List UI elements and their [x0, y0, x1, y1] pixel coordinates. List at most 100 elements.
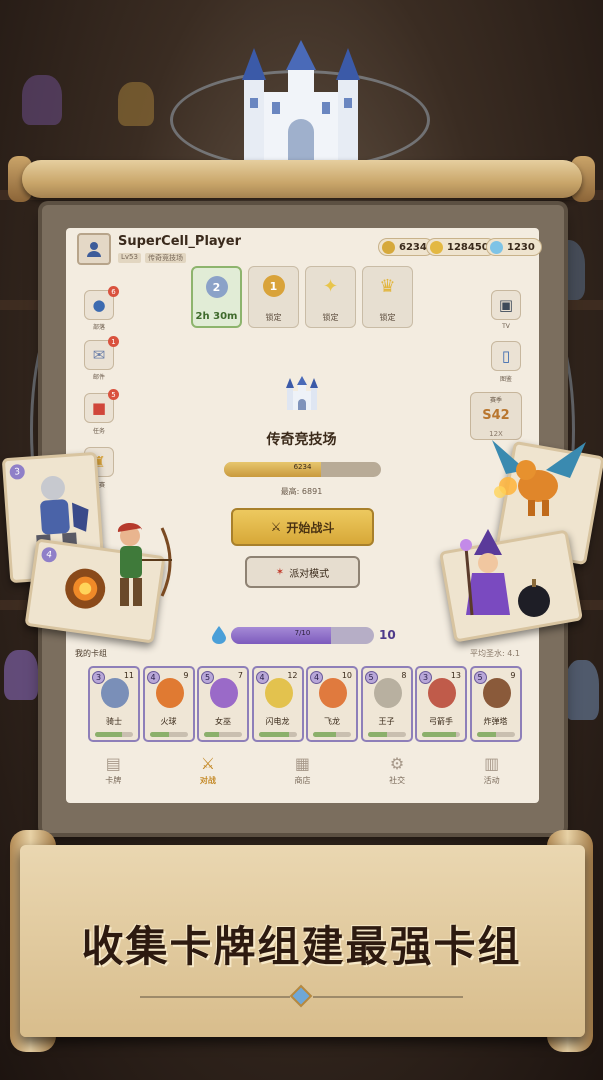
side-button-codex[interactable]: ▯	[491, 341, 521, 371]
quest-badge: 5	[108, 389, 119, 400]
nav-tab-1[interactable]: ⚔ 对战	[161, 744, 256, 796]
reward-label: 锁定	[265, 313, 282, 322]
season-title: 赛季	[489, 397, 502, 404]
party-icon: ✶	[275, 566, 285, 578]
gem-value: 1230	[507, 241, 535, 253]
season-value: S42	[482, 408, 510, 423]
elixir-text: 7/10	[294, 629, 311, 637]
player-info: Lv53 传奇竞技场	[118, 253, 186, 263]
elixir-max: 10	[379, 628, 396, 642]
card-level: 13	[450, 671, 461, 680]
card-level: 8	[401, 671, 407, 680]
banner-divider	[313, 996, 463, 998]
card-upgrade-fill	[258, 732, 289, 737]
player-name: SuperCell_Player	[118, 234, 241, 249]
mail-icon: ✉	[92, 346, 106, 364]
gem-icon	[490, 241, 503, 254]
trophy-progress-bar: 6234	[224, 462, 381, 477]
card-upgrade-bar	[204, 732, 242, 737]
avatar[interactable]	[77, 233, 111, 265]
card-upgrade-bar	[476, 732, 515, 737]
card-upgrade-fill	[313, 732, 336, 737]
sparkle-icon: ✦	[322, 275, 339, 297]
party-mode-label: 派对模式	[289, 568, 330, 580]
party-mode-button[interactable]: ✶ 派对模式	[245, 556, 360, 588]
card-upgrade-fill	[422, 732, 457, 737]
card-level: 9	[510, 671, 516, 680]
card-level: 11	[123, 671, 134, 680]
nav-tab-3[interactable]: ⚙ 社交	[350, 744, 445, 796]
nav-tab-2[interactable]: ▦ 商店	[255, 744, 350, 796]
background-jar	[22, 75, 62, 125]
card-art-icon	[264, 678, 293, 708]
deck-card[interactable]: 5 7 女巫	[197, 666, 249, 742]
swords-icon: ⚔	[270, 520, 282, 534]
reward-timer: 2h 30m	[195, 311, 238, 322]
card-cost: 5	[473, 671, 487, 684]
start-battle-label: 开始战斗	[286, 520, 335, 535]
card-name: 骑士	[106, 717, 122, 726]
tv-icon: ▣	[498, 296, 514, 314]
card-upgrade-bar	[149, 732, 188, 737]
reward-slot-2[interactable]: 1 锁定	[248, 266, 299, 328]
deck-card[interactable]: 4 12 闪电龙	[251, 666, 304, 742]
cards-icon: ▤	[105, 754, 121, 773]
card-name: 王子	[378, 717, 395, 726]
deck-card[interactable]: 3 11 骑士	[88, 666, 140, 742]
person-icon	[87, 242, 101, 257]
card-cost: 3	[92, 671, 105, 684]
gift-icon: ■	[91, 399, 107, 417]
deck-card[interactable]: 3 13 弓箭手	[415, 666, 467, 742]
card-name: 闪电龙	[265, 717, 290, 726]
start-battle-button[interactable]: ⚔ 开始战斗	[231, 508, 374, 546]
card-upgrade-bar	[367, 732, 406, 737]
side-button-tv[interactable]: ▣	[491, 290, 521, 320]
trophy-value: 6234	[399, 241, 427, 253]
card-cost-badge: 4	[40, 546, 58, 564]
deck-card[interactable]: 4 9 火球	[142, 666, 195, 742]
gem-counter[interactable]: 1230	[486, 238, 542, 256]
dragon-icon	[492, 440, 586, 516]
reward-slot-3[interactable]: ✦ 锁定	[305, 266, 356, 328]
card-name: 火球	[160, 717, 177, 726]
chart-icon: ▥	[484, 754, 500, 773]
card-art-icon	[373, 678, 402, 708]
side-label: 邮件	[92, 374, 105, 381]
reward-label: 锁定	[379, 313, 396, 322]
deck-card[interactable]: 5 8 王子	[360, 666, 413, 742]
card-upgrade-bar	[422, 732, 460, 737]
reward-slot-1[interactable]: 2 2h 30m	[191, 266, 242, 328]
card-upgrade-bar	[258, 732, 297, 737]
nav-tab-label: 活动	[483, 776, 500, 785]
reward-label: 锁定	[322, 313, 339, 322]
deck-card[interactable]: 4 10 飞龙	[306, 666, 358, 742]
clan-badge: 6	[108, 286, 119, 297]
card-upgrade-fill	[367, 732, 387, 737]
silver-medal-icon: 2	[205, 276, 228, 298]
background-jar	[118, 82, 154, 126]
player-arena: 传奇竞技场	[144, 253, 186, 263]
card-level: 12	[287, 671, 298, 680]
nav-tab-label: 商店	[294, 776, 311, 785]
elixir-bar: 7/10	[231, 627, 374, 644]
trophy-coin-icon	[382, 241, 395, 254]
deck-card[interactable]: 5 9 炸弹塔	[469, 666, 522, 742]
elixir-drop-icon	[212, 626, 226, 644]
background-crystal	[4, 650, 38, 700]
card-level: 7	[237, 671, 243, 680]
nav-tab-0[interactable]: ▤ 卡牌	[66, 744, 161, 796]
nav-tab-label: 卡牌	[105, 776, 122, 785]
card-art-icon	[101, 678, 129, 708]
card-cost: 4	[255, 671, 269, 684]
archer-icon	[117, 522, 172, 606]
nav-tab-4[interactable]: ▥ 活动	[444, 744, 539, 796]
card-upgrade-fill	[149, 732, 169, 737]
card-art-icon	[210, 678, 238, 708]
witch-icon	[460, 529, 550, 617]
card-art-icon	[155, 678, 184, 708]
card-art-icon	[319, 678, 347, 708]
nav-tab-label: 对战	[199, 776, 216, 785]
card-upgrade-fill	[95, 732, 122, 737]
deck-average-elixir: 平均圣水: 4.1	[470, 649, 520, 658]
reward-slot-4[interactable]: ♛ 锁定	[362, 266, 413, 328]
